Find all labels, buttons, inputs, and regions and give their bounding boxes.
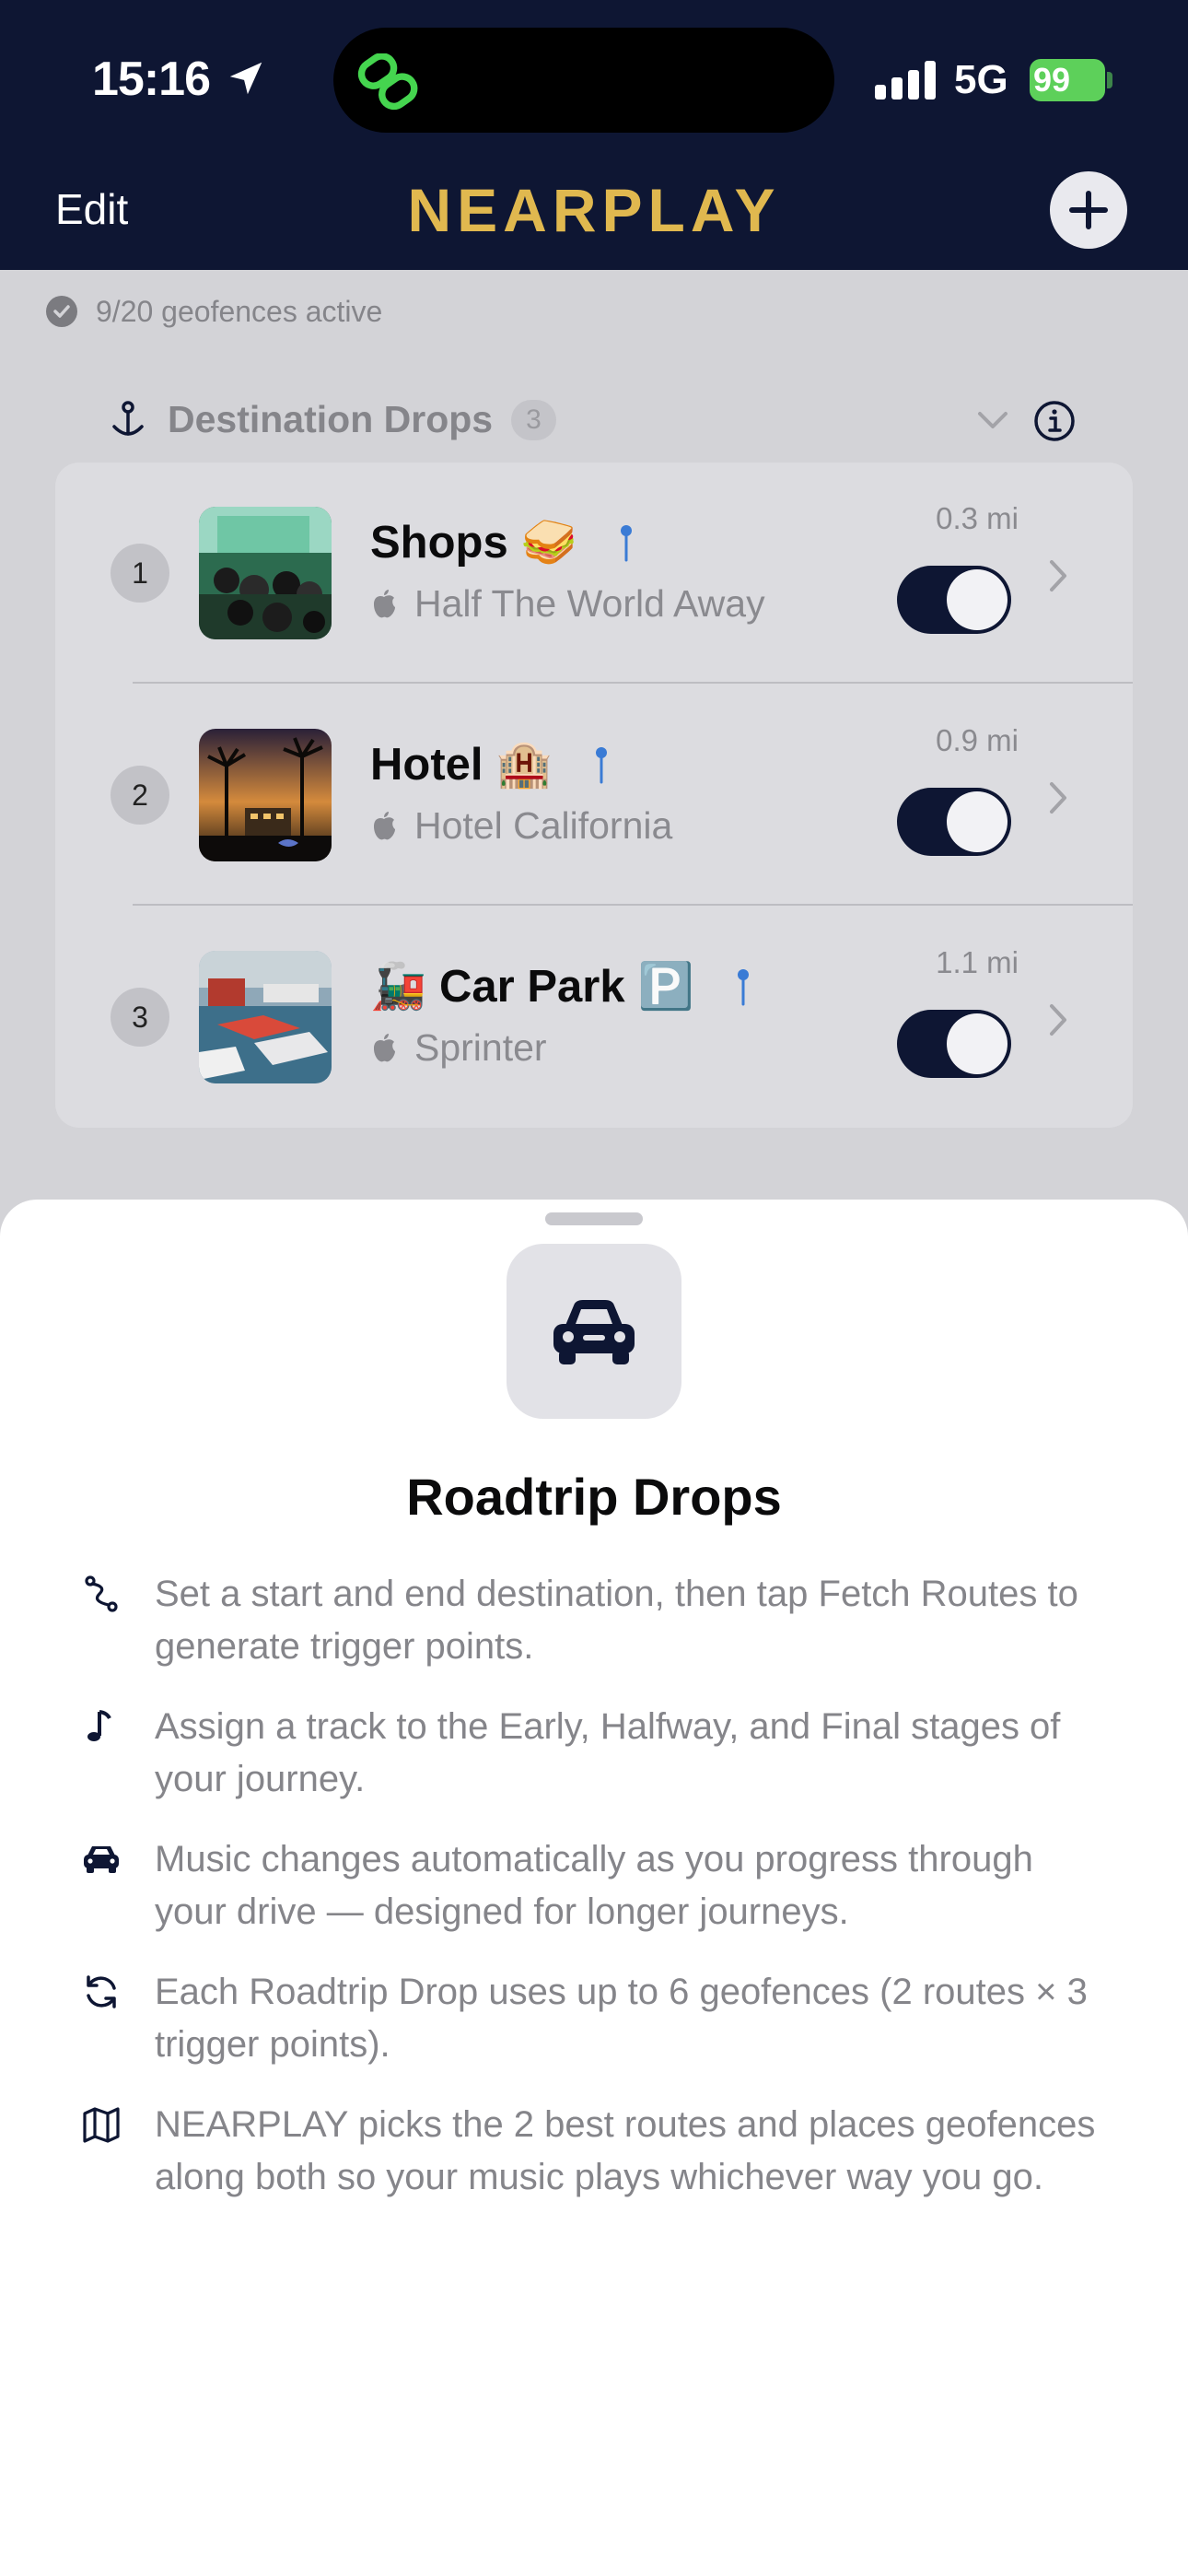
sheet-title: Roadtrip Drops: [406, 1468, 782, 1526]
battery-tip: [1107, 72, 1112, 88]
destination-drops-card: 1 Shops 🥪 Half The World Away 0.3 mi 2 H…: [55, 463, 1133, 1128]
drop-index: 3: [111, 988, 169, 1047]
route-icon: [85, 1575, 118, 1612]
refresh-icon: [87, 1975, 116, 2008]
apple-music-icon: [374, 811, 395, 839]
map-pin-icon: [737, 968, 749, 1005]
chevron-right-icon[interactable]: [1048, 780, 1068, 815]
album-art-1: [199, 507, 332, 639]
tip-text: Assign a track to the Early, Halfway, an…: [155, 1706, 1061, 1799]
album-art-2: [199, 729, 332, 861]
drop-emoji-after: 🅿️: [637, 962, 694, 1012]
info-sheet: Roadtrip Drops Set a start and end desti…: [0, 1200, 1188, 2576]
add-button[interactable]: [1050, 171, 1127, 249]
chevron-right-icon[interactable]: [1048, 1002, 1068, 1037]
drop-emoji: 🏨: [495, 740, 553, 790]
music-note-icon: [87, 1710, 111, 1741]
check-circle-icon: [46, 296, 77, 327]
status-time: 15:16: [92, 53, 211, 106]
drop-index: 2: [111, 766, 169, 825]
map-pin-icon: [620, 524, 632, 561]
sheet-grabber[interactable]: [545, 1212, 643, 1225]
anchor-pin-icon: [112, 400, 144, 436]
drop-emoji: 🥪: [520, 518, 577, 568]
drop-index: 1: [111, 544, 169, 603]
drop-toggle[interactable]: [897, 1010, 1011, 1078]
drop-title-row: Hotel 🏨: [370, 738, 610, 790]
track-row: Sprinter: [370, 1026, 547, 1070]
track-row: Hotel California: [370, 804, 672, 848]
album-art-3: [199, 951, 332, 1083]
section-title: Destination Drops: [168, 398, 494, 440]
drop-emoji-before: 🚂: [370, 962, 427, 1012]
tip-text: Each Roadtrip Drop uses up to 6 geofence…: [155, 1972, 1088, 2065]
battery-indicator: 99: [1030, 59, 1105, 101]
track-row: Half The World Away: [370, 582, 765, 626]
drop-distance: 0.3 mi: [936, 501, 1019, 535]
signal-icon: [875, 61, 936, 100]
tip-text: Music changes automatically as you progr…: [155, 1839, 1033, 1932]
top-bar: 15:16 5G 99 Edit NEARPLAY: [0, 0, 1188, 270]
map-icon: [83, 2107, 120, 2143]
info-icon[interactable]: [1033, 400, 1076, 442]
sheet-hero-icon: [507, 1244, 681, 1419]
row-divider: [133, 682, 1133, 684]
tip-text: NEARPLAY picks the 2 best routes and pla…: [155, 2104, 1096, 2197]
apple-music-icon: [374, 1033, 395, 1061]
link-icon: [357, 53, 418, 111]
track-name: Half The World Away: [414, 582, 765, 625]
drop-title: Hotel: [370, 739, 483, 790]
drop-distance: 0.9 mi: [936, 723, 1019, 757]
tip-text: Set a start and end destination, then ta…: [155, 1574, 1078, 1667]
drop-title-row: Shops 🥪: [370, 516, 635, 568]
drop-toggle[interactable]: [897, 566, 1011, 634]
network-label: 5G: [954, 57, 1008, 102]
drop-row[interactable]: 1 Shops 🥪 Half The World Away 0.3 mi: [55, 463, 1133, 684]
apple-music-icon: [374, 589, 395, 617]
track-name: Sprinter: [414, 1026, 547, 1069]
drop-distance: 1.1 mi: [936, 945, 1019, 979]
drop-title: Car Park: [439, 961, 625, 1012]
map-pin-icon: [595, 746, 607, 783]
track-name: Hotel California: [414, 804, 673, 847]
drop-row[interactable]: 2 Hotel 🏨 Hotel California 0.9 mi: [55, 685, 1133, 906]
chevron-down-icon[interactable]: [976, 408, 1009, 432]
geofence-status-text: 9/20 geofences active: [96, 294, 383, 328]
section-header: Destination Drops 3: [107, 398, 556, 441]
toggle-knob: [947, 569, 1007, 630]
section-count-badge: 3: [511, 399, 556, 440]
location-arrow-icon: [229, 62, 262, 95]
row-divider: [133, 904, 1133, 906]
chevron-right-icon[interactable]: [1048, 558, 1068, 593]
toggle-knob: [947, 1013, 1007, 1074]
toggle-knob: [947, 791, 1007, 852]
drop-toggle[interactable]: [897, 788, 1011, 856]
geofence-status: 9/20 geofences active: [46, 293, 382, 330]
car-icon: [84, 1846, 119, 1873]
plus-icon: [1069, 191, 1108, 229]
drop-title-row: 🚂 Car Park 🅿️: [370, 960, 751, 1013]
app-brand: NEARPLAY: [407, 176, 781, 244]
battery-level: 99: [1033, 61, 1071, 99]
drop-row[interactable]: 3 🚂 Car Park 🅿️ Sprinter 1.1 mi: [55, 907, 1133, 1128]
car-icon: [553, 1300, 635, 1364]
drop-title: Shops: [370, 517, 508, 568]
